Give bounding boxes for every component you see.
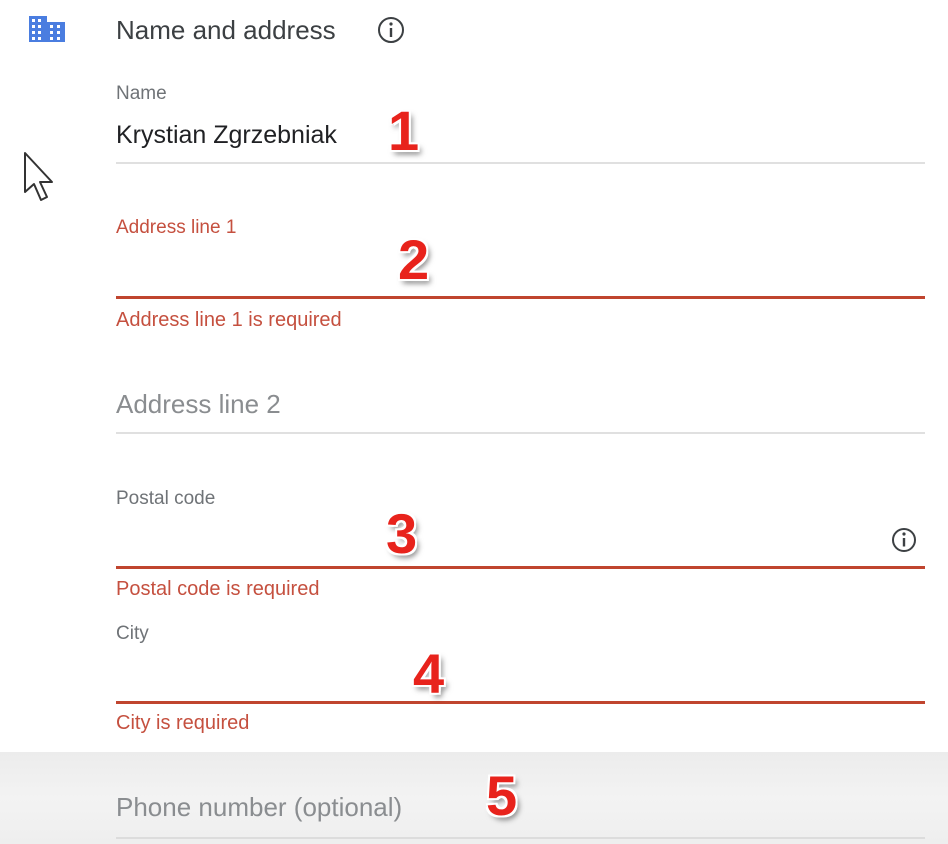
phone-number-underline: [116, 837, 925, 839]
address-line-1-label: Address line 1: [116, 217, 237, 238]
annotation-5: 5: [486, 764, 518, 827]
postal-code-error: Postal code is required: [116, 578, 320, 600]
annotation-2: 2: [398, 228, 430, 291]
address-line-1-underline: [116, 296, 925, 299]
city-label: City: [116, 623, 149, 644]
address-line-1-field[interactable]: [116, 244, 925, 294]
city-underline: [116, 701, 925, 704]
annotation-3: 3: [386, 502, 418, 565]
postal-code-label: Postal code: [116, 488, 216, 509]
postal-code-info-icon[interactable]: [889, 525, 919, 555]
address-line-2-underline: [116, 432, 925, 434]
building-icon: [28, 14, 68, 46]
postal-code-field[interactable]: [116, 515, 876, 565]
city-error: City is required: [116, 712, 250, 734]
name-label: Name: [116, 83, 167, 104]
phone-number-field[interactable]: Phone number (optional): [116, 790, 402, 824]
mouse-pointer-icon: [22, 150, 62, 206]
name-field-underline: [116, 162, 925, 164]
annotation-4: 4: [413, 642, 445, 705]
postal-code-underline: [116, 566, 925, 569]
info-icon[interactable]: [376, 15, 406, 45]
city-field[interactable]: [116, 650, 925, 700]
address-line-1-error: Address line 1 is required: [116, 309, 342, 331]
section-title: Name and address: [116, 15, 336, 45]
name-field[interactable]: Krystian Zgrzebniak: [116, 119, 337, 151]
address-line-2-field[interactable]: Address line 2: [116, 387, 281, 421]
annotation-1: 1: [388, 99, 420, 162]
